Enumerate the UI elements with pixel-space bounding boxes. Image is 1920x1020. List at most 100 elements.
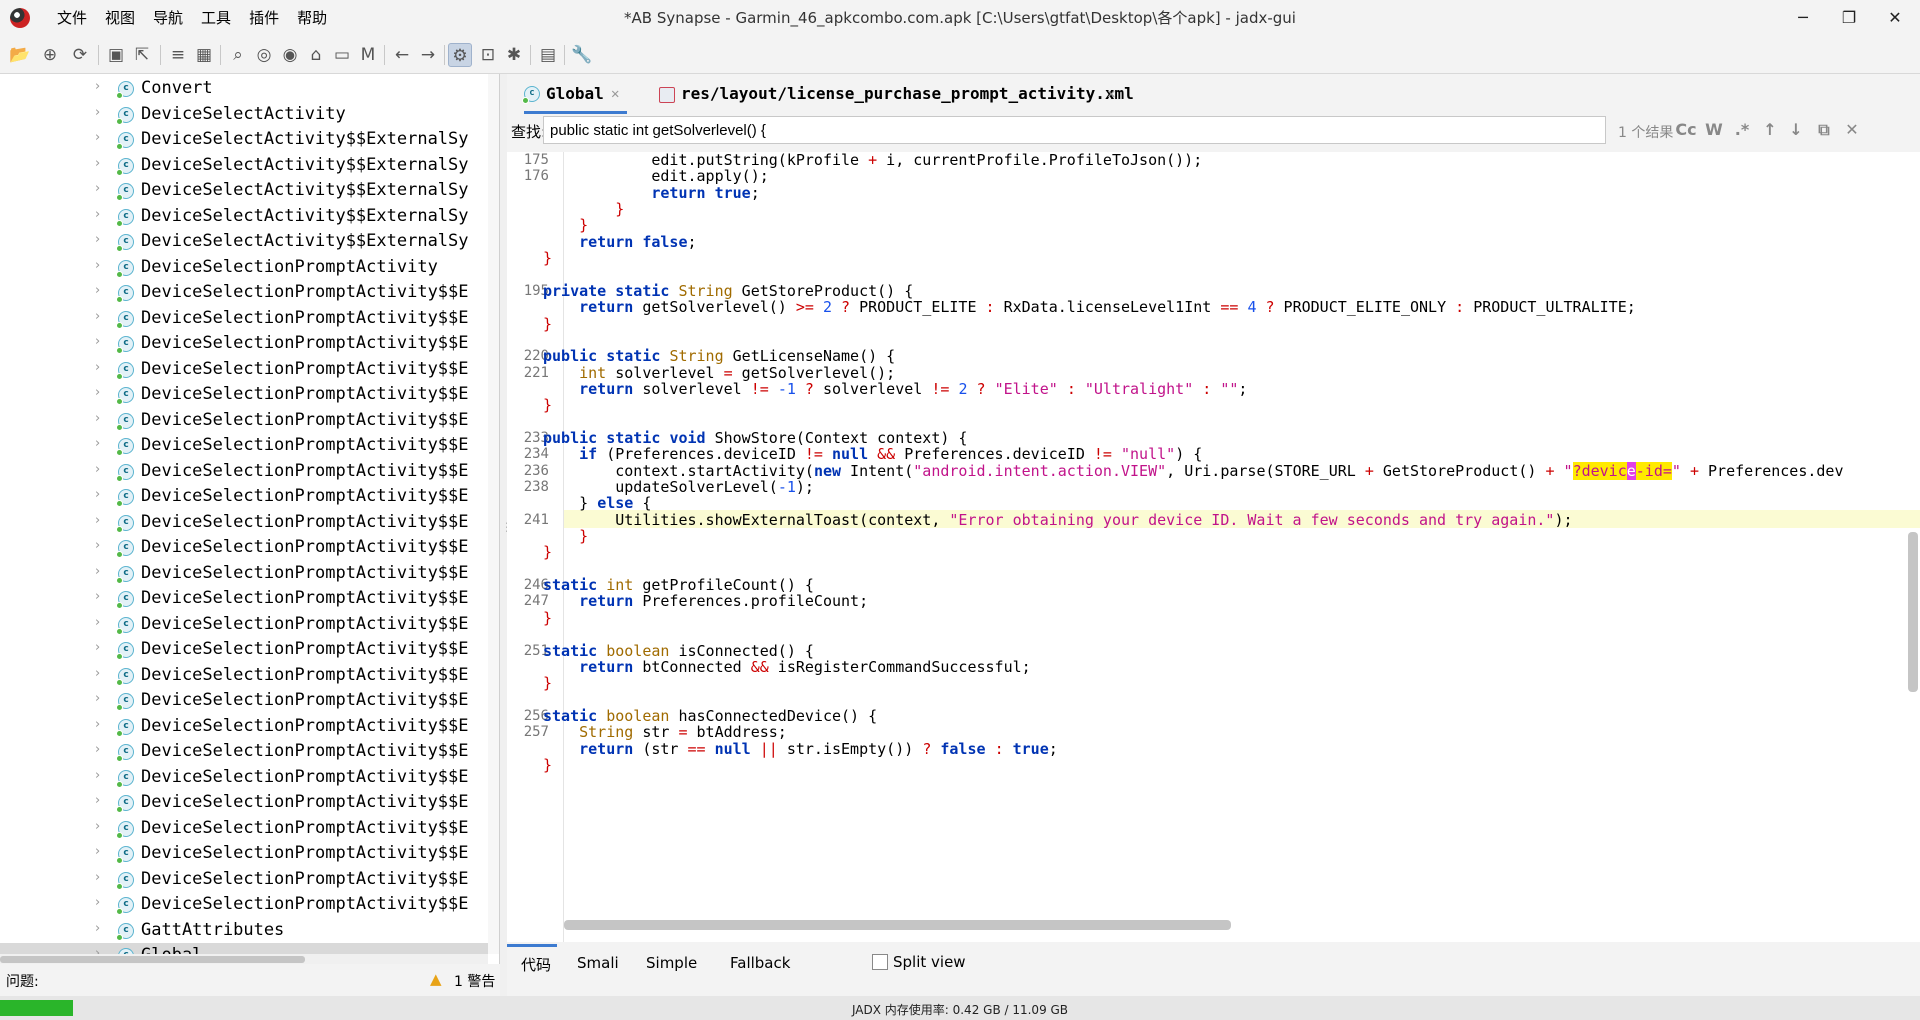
chevron-right-icon[interactable]: ›	[95, 385, 109, 400]
chevron-right-icon[interactable]: ›	[95, 436, 109, 451]
search-input[interactable]	[543, 116, 1606, 144]
tree-item[interactable]: › c DeviceSelectionPromptActivity$$E	[0, 331, 488, 356]
menu-tools[interactable]: 工具	[192, 0, 240, 36]
tree-item[interactable]: › c DeviceSelectionPromptActivity$$E	[0, 714, 488, 739]
tree-item[interactable]: › c DeviceSelectionPromptActivity$$E	[0, 841, 488, 866]
chevron-right-icon[interactable]: ›	[95, 181, 109, 196]
tree-item[interactable]: › c DeviceSelectionPromptActivity$$E	[0, 688, 488, 713]
chevron-right-icon[interactable]: ›	[95, 742, 109, 757]
kotlin-icon[interactable]: M	[356, 43, 380, 67]
chevron-right-icon[interactable]: ›	[95, 640, 109, 655]
chevron-right-icon[interactable]: ›	[95, 513, 109, 528]
tree-scroll-thumb[interactable]	[0, 956, 305, 963]
warning-count[interactable]: 1 警告	[454, 971, 495, 991]
match-case-toggle[interactable]: Cc	[1675, 119, 1697, 141]
settings-icon[interactable]: 🔧	[570, 43, 594, 67]
chevron-right-icon[interactable]: ›	[95, 844, 109, 859]
close-search-icon[interactable]: ✕	[1841, 119, 1863, 141]
menu-plugins[interactable]: 插件	[240, 0, 288, 36]
tree-item[interactable]: › c DeviceSelectionPromptActivity$$E	[0, 561, 488, 586]
tab-fallback[interactable]: Fallback	[730, 954, 790, 972]
code-editor[interactable]: 175 176 195 220 221 233 234 236 238 241 246 247 251 2…	[507, 152, 1920, 942]
tree-item[interactable]: › c DeviceSelectionPromptActivity$$E	[0, 663, 488, 688]
chevron-right-icon[interactable]: ›	[95, 462, 109, 477]
tab-code[interactable]: 代码	[521, 954, 551, 975]
tree-item[interactable]: › c DeviceSelectionPromptActivity$$E	[0, 459, 488, 484]
chevron-right-icon[interactable]: ›	[95, 691, 109, 706]
next-match-icon[interactable]: ↓	[1785, 119, 1807, 141]
warning-icon[interactable]: ▲	[430, 972, 446, 987]
tree-item[interactable]: › c DeviceSelectActivity$$ExternalSy	[0, 153, 488, 178]
tree-item[interactable]: › c DeviceSelectionPromptActivity$$E	[0, 280, 488, 305]
menu-navigate[interactable]: 导航	[144, 0, 192, 36]
debug-icon[interactable]: ✱	[502, 43, 526, 67]
tree-item[interactable]: › c DeviceSelectionPromptActivity$$E	[0, 739, 488, 764]
open-icon[interactable]: 📂	[8, 43, 32, 67]
tree-item[interactable]: › c DeviceSelectActivity$$ExternalSy	[0, 178, 488, 203]
find-in-selection-icon[interactable]: ⧉	[1813, 119, 1835, 141]
chevron-right-icon[interactable]: ›	[95, 156, 109, 171]
tab-simple[interactable]: Simple	[646, 954, 697, 972]
chevron-right-icon[interactable]: ›	[95, 232, 109, 247]
chevron-right-icon[interactable]: ›	[95, 487, 109, 502]
tree-item[interactable]: › c DeviceSelectionPromptActivity$$E	[0, 382, 488, 407]
chevron-right-icon[interactable]: ›	[95, 768, 109, 783]
tree-item[interactable]: › c DeviceSelectionPromptActivity$$E	[0, 306, 488, 331]
split-view-checkbox[interactable]	[872, 954, 888, 970]
split-view-label[interactable]: Split view	[893, 953, 966, 971]
menu-file[interactable]: 文件	[48, 0, 96, 36]
export-icon[interactable]: ⇱	[130, 43, 154, 67]
chevron-right-icon[interactable]: ›	[95, 615, 109, 630]
tree-item[interactable]: › c DeviceSelectActivity$$ExternalSy	[0, 127, 488, 152]
sync-icon[interactable]: ⟳	[68, 43, 92, 67]
tab-smali[interactable]: Smali	[577, 954, 619, 972]
chevron-right-icon[interactable]: ›	[95, 79, 109, 94]
chevron-right-icon[interactable]: ›	[95, 309, 109, 324]
close-button[interactable]: ✕	[1872, 0, 1918, 36]
chevron-right-icon[interactable]: ›	[95, 793, 109, 808]
whole-word-toggle[interactable]: W	[1703, 119, 1725, 141]
chevron-right-icon[interactable]: ›	[95, 360, 109, 375]
chevron-right-icon[interactable]: ›	[95, 538, 109, 553]
home-icon[interactable]: ⌂	[304, 43, 328, 67]
log-icon[interactable]: ▤	[536, 43, 560, 67]
deobfuscation-icon[interactable]: ⚙	[448, 43, 472, 67]
find-usage-icon[interactable]: ◉	[278, 43, 302, 67]
tree-item[interactable]: › c DeviceSelectionPromptActivity$$E	[0, 765, 488, 790]
tree-item[interactable]: › c Convert	[0, 76, 488, 101]
minimize-button[interactable]: ─	[1780, 0, 1826, 36]
tree-item[interactable]: › c DeviceSelectionPromptActivity	[0, 255, 488, 280]
menu-view[interactable]: 视图	[96, 0, 144, 36]
class-search-icon[interactable]: ▦	[192, 43, 216, 67]
chevron-right-icon[interactable]: ›	[95, 207, 109, 222]
text-search-icon[interactable]: ≡	[166, 43, 190, 67]
tree-item[interactable]: › c DeviceSelectionPromptActivity$$E	[0, 586, 488, 611]
close-tab-icon[interactable]: ✕	[611, 74, 619, 114]
chevron-right-icon[interactable]: ›	[95, 870, 109, 885]
tree-vertical-scrollbar[interactable]	[488, 74, 499, 954]
search-icon[interactable]: ⌕	[226, 43, 250, 67]
tree-item[interactable]: › c DeviceSelectionPromptActivity$$E	[0, 612, 488, 637]
tree-item[interactable]: › c GattAttributes	[0, 918, 488, 943]
tree-horizontal-scrollbar[interactable]	[0, 954, 488, 964]
tab-layout-xml[interactable]: res/layout/license_purchase_prompt_activ…	[659, 74, 1139, 114]
tree-item[interactable]: › c DeviceSelectionPromptActivity$$E	[0, 357, 488, 382]
chevron-right-icon[interactable]: ›	[95, 717, 109, 732]
code-horizontal-scrollbar[interactable]	[564, 920, 1231, 930]
maximize-button[interactable]: ❐	[1826, 0, 1872, 36]
tree-item[interactable]: › c DeviceSelectActivity	[0, 102, 488, 127]
chevron-right-icon[interactable]: ›	[95, 258, 109, 273]
window-icon[interactable]: ▭	[330, 43, 354, 67]
tree-item[interactable]: › c DeviceSelectionPromptActivity$$E	[0, 867, 488, 892]
chevron-right-icon[interactable]: ›	[95, 283, 109, 298]
quark-icon[interactable]: ⊡	[476, 43, 500, 67]
chevron-right-icon[interactable]: ›	[95, 666, 109, 681]
chevron-right-icon[interactable]: ›	[95, 564, 109, 579]
tree-item[interactable]: › c DeviceSelectionPromptActivity$$E	[0, 484, 488, 509]
tab-global[interactable]: c Global ✕	[522, 74, 627, 114]
regex-toggle[interactable]: .*	[1731, 119, 1753, 141]
save-icon[interactable]: ▣	[104, 43, 128, 67]
tree-item[interactable]: › c DeviceSelectionPromptActivity$$E	[0, 408, 488, 433]
tree-item[interactable]: › c DeviceSelectionPromptActivity$$E	[0, 892, 488, 917]
forward-icon[interactable]: →	[416, 43, 440, 67]
